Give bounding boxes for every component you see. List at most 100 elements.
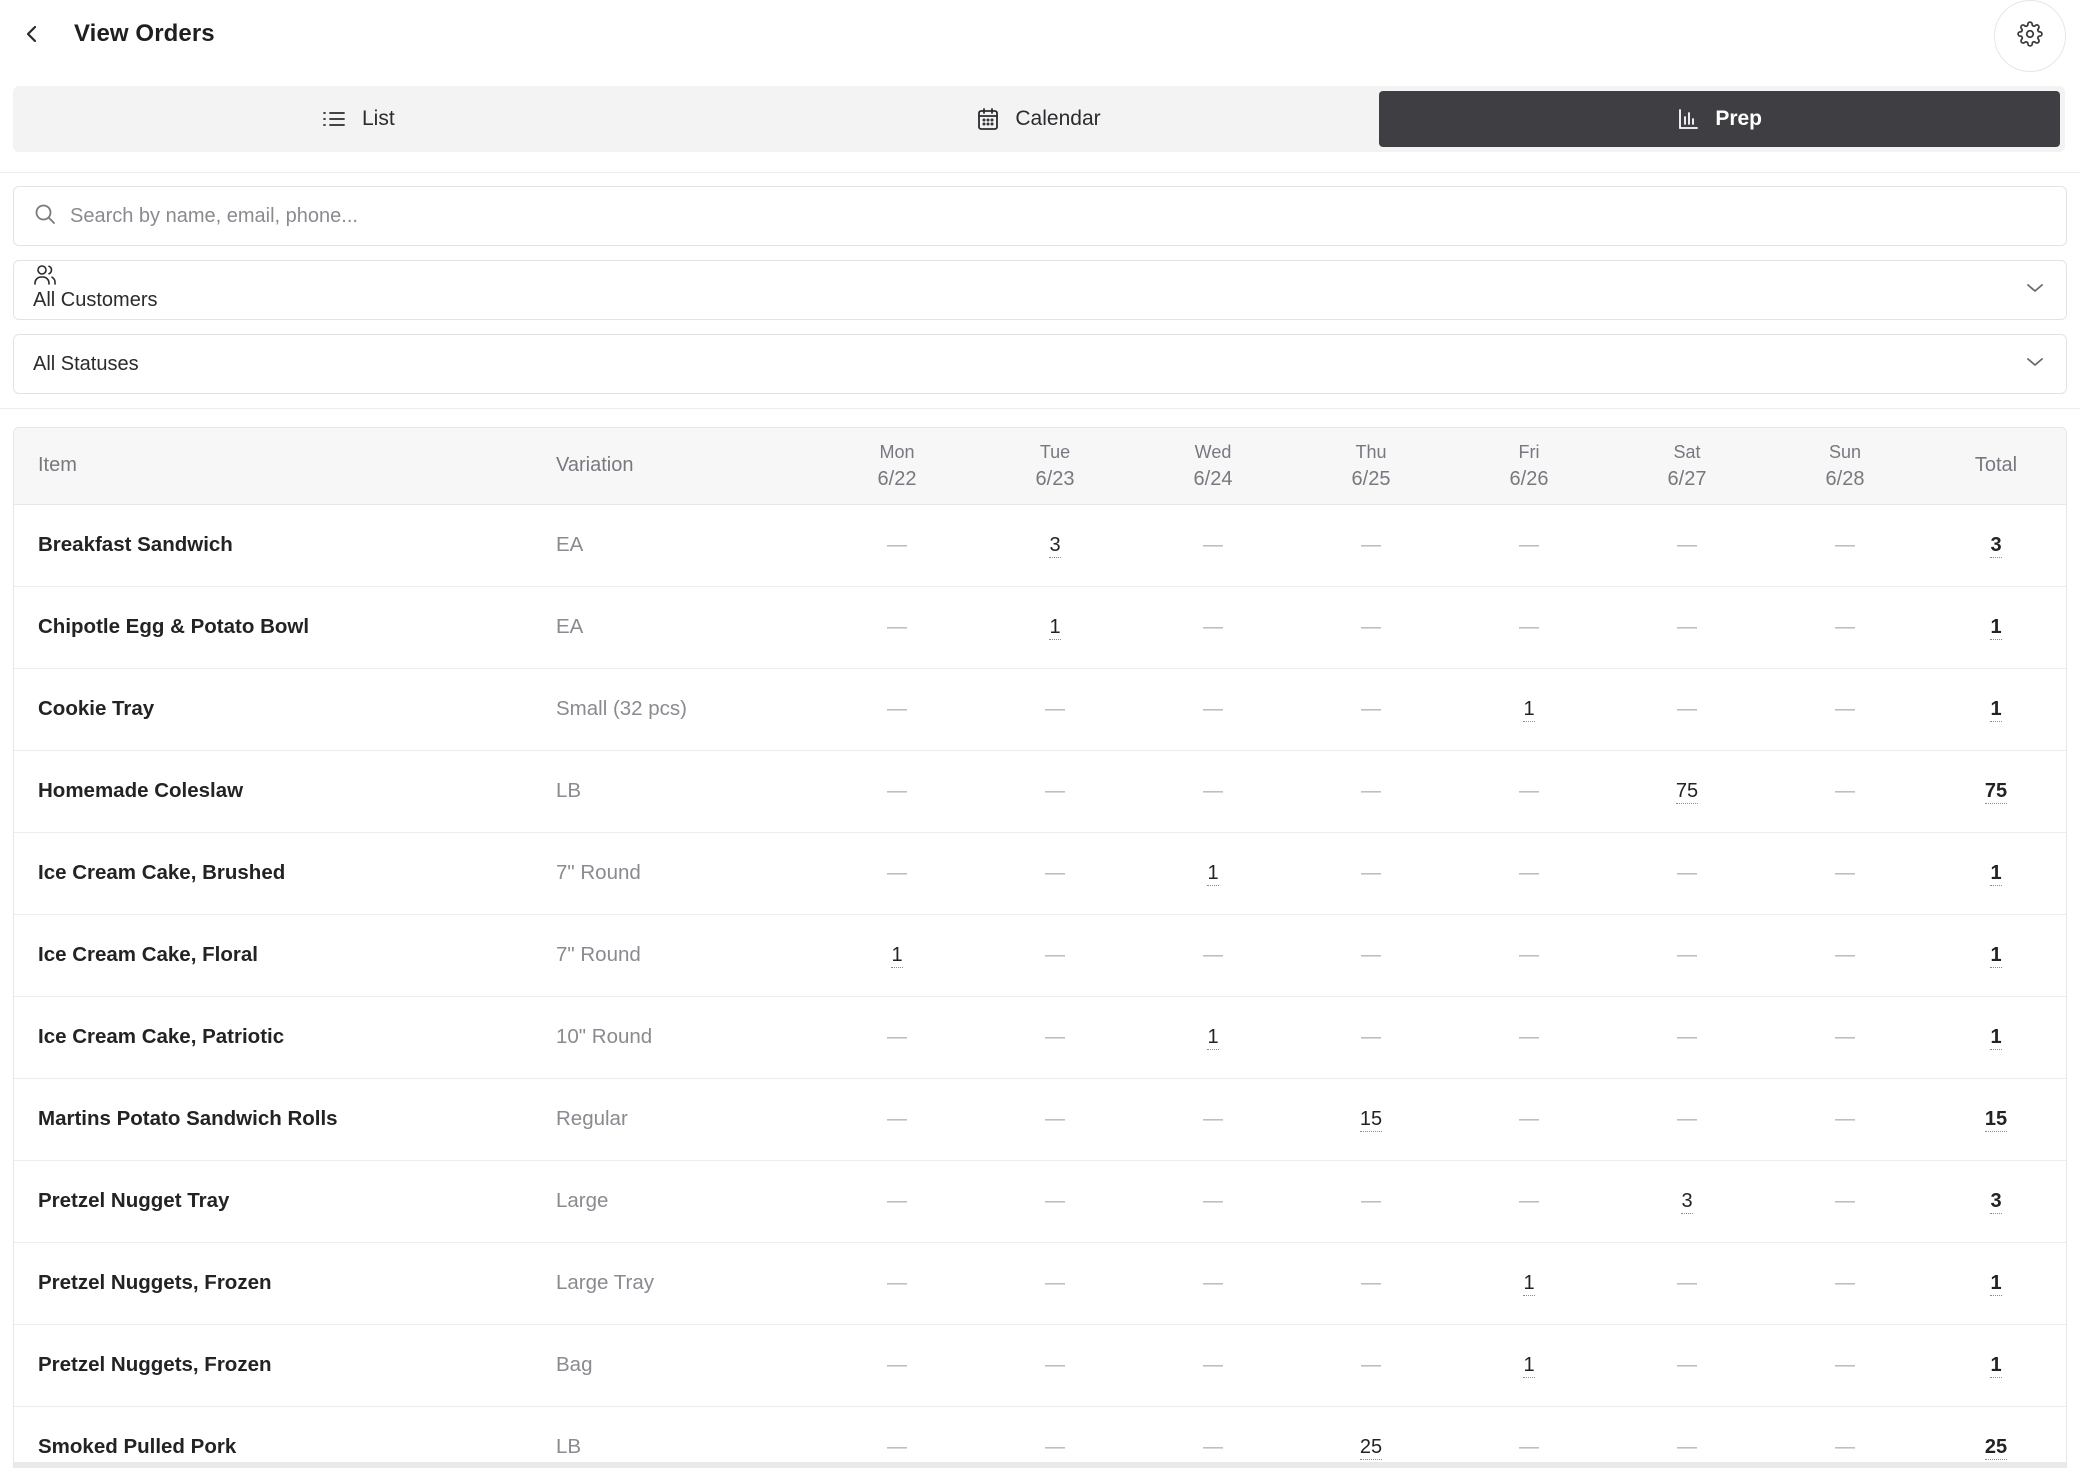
day-cell: 1 [1450, 668, 1608, 751]
day-cell: — [1450, 504, 1608, 587]
table-row: Homemade Coleslaw LB — — — — — 75 — 75 [14, 750, 2066, 833]
total-quantity[interactable]: 1 [1990, 1025, 2002, 1050]
day-quantity[interactable]: 1 [1207, 1025, 1219, 1050]
day-cell: — [976, 668, 1134, 751]
empty-dash: — [1835, 615, 1855, 638]
item-variation: 10" Round [532, 996, 818, 1079]
empty-dash: — [1835, 697, 1855, 720]
total-quantity[interactable]: 3 [1990, 533, 2002, 558]
total-quantity[interactable]: 1 [1990, 697, 2002, 722]
search-input[interactable] [70, 196, 2066, 236]
total-quantity[interactable]: 1 [1990, 861, 2002, 886]
empty-dash: — [1835, 1353, 1855, 1376]
total-quantity[interactable]: 75 [1984, 779, 2008, 804]
total-quantity[interactable]: 1 [1990, 943, 2002, 968]
day-cell: — [1292, 750, 1450, 833]
column-header-variation: Variation [532, 428, 818, 505]
customer-select[interactable]: All Customers [13, 260, 2067, 320]
day-cell: — [1134, 750, 1292, 833]
day-cell: — [976, 1242, 1134, 1325]
total-quantity[interactable]: 1 [1990, 1271, 2002, 1296]
total-cell: 25 [1924, 1406, 2066, 1467]
day-quantity[interactable]: 1 [1049, 615, 1061, 640]
empty-dash: — [1519, 533, 1539, 556]
column-header-day: Sat 6/27 [1608, 428, 1766, 505]
day-cell: — [1766, 750, 1924, 833]
column-header-weekday: Sun [1828, 441, 1862, 462]
empty-dash: — [1203, 1271, 1223, 1294]
item-name: Smoked Pulled Pork [14, 1406, 532, 1467]
column-header-date: 6/23 [1035, 467, 1075, 490]
day-quantity[interactable]: 1 [1523, 1353, 1535, 1378]
app: View Orders List Calendar Prep Search by… [0, 0, 2080, 1468]
day-cell: — [1766, 1160, 1924, 1243]
day-quantity[interactable]: 1 [1523, 697, 1535, 722]
day-cell: — [1292, 996, 1450, 1079]
day-cell: 75 [1608, 750, 1766, 833]
total-quantity[interactable]: 25 [1984, 1435, 2008, 1460]
empty-dash: — [1203, 779, 1223, 802]
day-quantity[interactable]: 3 [1049, 533, 1061, 558]
tab-prep[interactable]: Prep [1379, 91, 2061, 147]
back-button[interactable] [14, 14, 50, 58]
day-cell: — [1766, 504, 1924, 587]
day-cell: — [1134, 914, 1292, 997]
empty-dash: — [1203, 1107, 1223, 1130]
total-quantity[interactable]: 1 [1990, 615, 2002, 640]
day-quantity[interactable]: 25 [1359, 1435, 1383, 1460]
tab-list[interactable]: List [18, 91, 699, 147]
day-cell: — [1766, 832, 1924, 915]
total-cell: 1 [1924, 668, 2066, 751]
empty-dash: — [1519, 1435, 1539, 1458]
item-variation: 7" Round [532, 832, 818, 915]
table-row: Breakfast Sandwich EA — 3 — — — — — 3 [14, 504, 2066, 587]
total-quantity[interactable]: 1 [1990, 1353, 2002, 1378]
day-cell: — [1450, 586, 1608, 669]
empty-dash: — [1203, 1435, 1223, 1458]
day-cell: — [976, 914, 1134, 997]
day-cell: 3 [976, 504, 1134, 587]
total-quantity[interactable]: 3 [1990, 1189, 2002, 1214]
empty-dash: — [1045, 1025, 1065, 1048]
item-name: Pretzel Nuggets, Frozen [14, 1242, 532, 1325]
total-quantity[interactable]: 15 [1984, 1107, 2008, 1132]
day-cell: — [976, 832, 1134, 915]
day-cell: — [1292, 914, 1450, 997]
day-cell: — [1766, 668, 1924, 751]
page-title: View Orders [74, 20, 215, 47]
empty-dash: — [1203, 615, 1223, 638]
empty-dash: — [1835, 1271, 1855, 1294]
empty-dash: — [1519, 779, 1539, 802]
day-quantity[interactable]: 75 [1675, 779, 1699, 804]
item-variation: Regular [532, 1078, 818, 1161]
empty-dash: — [1361, 697, 1381, 720]
item-name: Chipotle Egg & Potato Bowl [14, 586, 532, 669]
day-quantity[interactable]: 1 [891, 943, 903, 968]
chevron-down-icon [2026, 281, 2044, 299]
divider [0, 408, 2080, 409]
empty-dash: — [1361, 1189, 1381, 1212]
column-header-date: 6/27 [1667, 467, 1707, 490]
settings-button[interactable] [1994, 0, 2066, 72]
column-header-weekday: Thu [1355, 441, 1387, 462]
empty-dash: — [887, 1353, 907, 1376]
empty-dash: — [1519, 943, 1539, 966]
day-quantity[interactable]: 3 [1681, 1189, 1693, 1214]
column-header-item: Item [14, 428, 532, 505]
day-quantity[interactable]: 1 [1207, 861, 1219, 886]
status-select[interactable]: All Statuses [13, 334, 2067, 394]
day-quantity[interactable]: 15 [1359, 1107, 1383, 1132]
empty-dash: — [1203, 533, 1223, 556]
day-quantity[interactable]: 1 [1523, 1271, 1535, 1296]
empty-dash: — [887, 1107, 907, 1130]
customer-select-value: All Customers [33, 289, 158, 311]
empty-dash: — [1361, 615, 1381, 638]
column-header-weekday: Wed [1194, 441, 1232, 462]
day-cell: — [818, 750, 976, 833]
day-cell: — [1134, 1160, 1292, 1243]
tab-calendar[interactable]: Calendar [699, 91, 1380, 147]
table-row: Pretzel Nuggets, Frozen Bag — — — — 1 — — 1 [14, 1324, 2066, 1407]
item-variation: 7" Round [532, 914, 818, 997]
empty-dash: — [1835, 861, 1855, 884]
day-cell: — [1134, 1078, 1292, 1161]
